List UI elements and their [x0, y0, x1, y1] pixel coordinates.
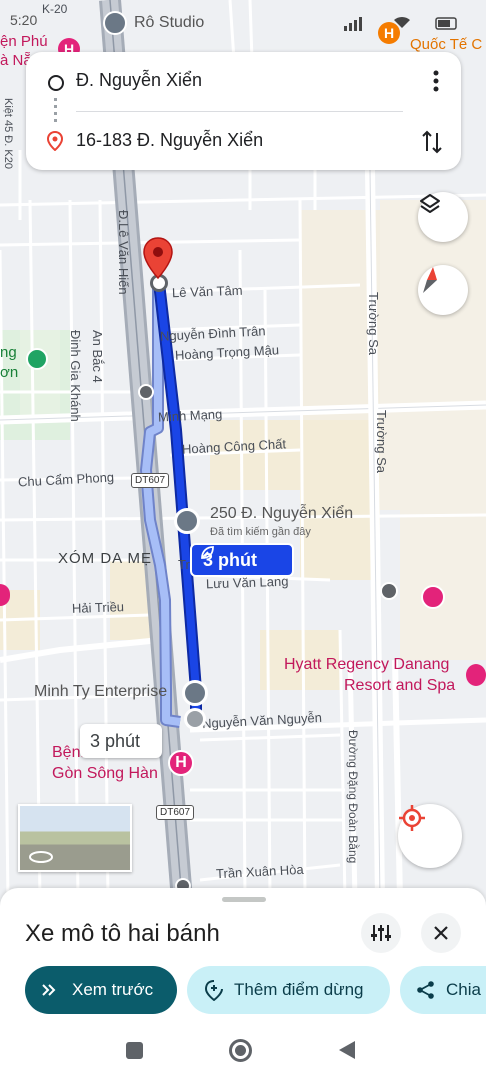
place-label: ơn — [0, 364, 19, 381]
close-icon — [434, 926, 448, 940]
preview-label: Xem trước — [72, 980, 154, 999]
place-label: XÓM DA MẸ — [58, 550, 153, 567]
place-label: ng — [0, 344, 17, 361]
street-label: Tr — [178, 557, 190, 572]
place-label: Resort and Spa — [344, 677, 456, 694]
place-label: ện Phú — [0, 33, 48, 50]
place-label: Minh Ty Enterprise — [34, 683, 168, 700]
destination-field[interactable]: 16-183 Đ. Nguyễn Xiển — [76, 130, 263, 151]
street-label: Đinh Gia Khánh — [68, 330, 83, 422]
street-view-thumbnail[interactable] — [18, 804, 132, 872]
bus-stop-icon[interactable] — [138, 384, 154, 400]
share-icon — [417, 981, 434, 999]
place-label: Gòn Sông Hàn — [52, 765, 158, 782]
origin-circle-icon — [48, 75, 64, 91]
street-label: An Bắc 4 — [90, 330, 105, 383]
street-label: Trường Sa — [374, 410, 389, 473]
layers-icon — [420, 194, 440, 213]
place-pin-icon[interactable] — [182, 680, 208, 706]
alt-route-time-bubble[interactable]: 3 phút — [80, 724, 162, 758]
drag-handle[interactable] — [222, 897, 266, 902]
status-time: 5:20 — [10, 12, 38, 28]
hospital-icon[interactable]: H — [168, 750, 194, 776]
add-stop-button[interactable]: Thêm điểm dừng — [187, 966, 390, 1014]
street-label: Lê Văn Tâm — [171, 282, 243, 301]
swap-icon[interactable] — [421, 129, 443, 155]
share-label: Chia — [446, 980, 481, 999]
home-icon[interactable] — [229, 1039, 252, 1062]
double-chevron-icon — [42, 984, 56, 996]
street-label: Đường Đặng Đoàn Bằng — [346, 730, 360, 864]
options-button[interactable] — [361, 913, 401, 953]
my-location-icon — [399, 805, 425, 831]
road-shield: DT607 — [156, 805, 195, 820]
destination-pin-icon[interactable] — [142, 236, 174, 280]
route-dots — [54, 98, 57, 124]
place-label: 250 Đ. Nguyễn Xiển — [210, 505, 354, 522]
hotel-icon[interactable] — [466, 664, 486, 686]
alt-route-time-label: 3 phút — [90, 730, 141, 751]
back-icon[interactable] — [338, 1040, 356, 1060]
compass-button[interactable] — [418, 265, 468, 315]
street-label: Hải Triều — [71, 599, 125, 616]
street-view-icon — [29, 851, 53, 863]
place-pin-icon[interactable] — [174, 508, 200, 534]
compass-icon — [423, 267, 437, 293]
place-label: Rô Studio — [134, 14, 205, 31]
place-sublabel: Đã tìm kiếm gần đây — [210, 526, 311, 538]
divider — [76, 111, 403, 112]
my-location-button[interactable] — [398, 804, 462, 868]
place-label: Hyatt Regency Danang — [284, 656, 450, 673]
more-vert-icon[interactable] — [433, 70, 439, 92]
street-label: Trường Sa — [366, 292, 381, 355]
add-location-icon — [204, 980, 223, 1001]
place-pin-icon[interactable] — [103, 11, 127, 35]
street-label: Kiệt 45 Đ. K20 — [2, 98, 14, 169]
bus-stop-icon[interactable] — [380, 582, 398, 600]
preview-button[interactable]: Xem trước — [25, 966, 177, 1014]
directions-card: Đ. Nguyễn Xiển 16-183 Đ. Nguyễn Xiển — [26, 52, 461, 170]
street-label: Đ.Lê Văn Hiến — [116, 210, 131, 295]
park-icon[interactable] — [26, 348, 48, 370]
add-stop-label: Thêm điểm dừng — [234, 980, 364, 999]
travel-mode-title: Xe mô tô hai bánh — [25, 920, 220, 947]
tune-icon — [371, 925, 391, 941]
recents-icon[interactable] — [126, 1042, 143, 1059]
origin-field[interactable]: Đ. Nguyễn Xiển — [76, 70, 202, 91]
layers-button[interactable] — [418, 192, 468, 242]
street-label: K-20 — [42, 2, 68, 16]
close-button[interactable] — [421, 913, 461, 953]
destination-marker-icon — [47, 131, 63, 151]
hotel-icon[interactable] — [421, 585, 445, 609]
road-shield: DT607 — [131, 473, 170, 488]
leaf-icon — [201, 546, 214, 559]
origin-dot — [184, 708, 206, 730]
system-nav-bar — [0, 1030, 486, 1080]
route-time-bubble[interactable]: 3 phút — [190, 543, 294, 577]
share-button[interactable]: Chia — [400, 966, 486, 1014]
status-icons — [344, 16, 457, 31]
